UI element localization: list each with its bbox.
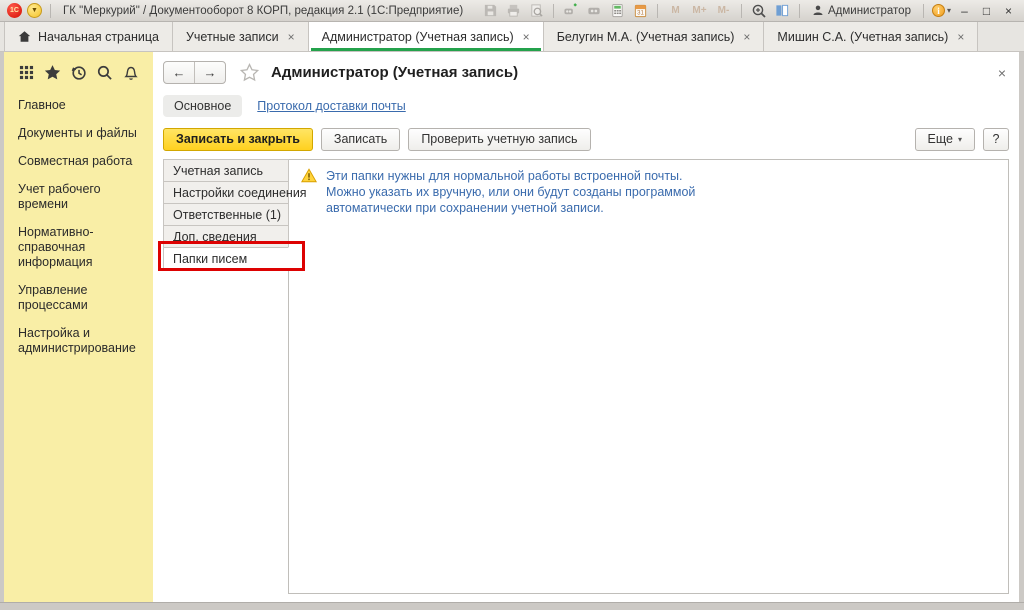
divider	[799, 4, 800, 18]
tab-label: Учетные записи	[186, 30, 279, 44]
help-button[interactable]: ?	[983, 128, 1009, 151]
tab-belugin-account[interactable]: Белугин М.А. (Учетная запись) ×	[544, 22, 765, 51]
more-button[interactable]: Еще ▾	[915, 128, 975, 151]
sidebar-item-time-tracking[interactable]: Учет рабочего времени	[18, 182, 140, 212]
maximize-button[interactable]: □	[978, 3, 995, 19]
divider	[741, 4, 742, 18]
forward-button[interactable]: →	[194, 62, 225, 83]
navigation-buttons: ← →	[163, 61, 226, 84]
save-button[interactable]: Записать	[321, 128, 400, 151]
sidebar-item-settings-administration[interactable]: Настройка и администрирование	[18, 326, 140, 356]
save-icon[interactable]	[481, 3, 499, 19]
save-and-close-button[interactable]: Записать и закрыть	[163, 128, 313, 151]
side-tab-responsible[interactable]: Ответственные (1)	[163, 203, 289, 226]
main-menu-button[interactable]: ▼	[27, 3, 42, 18]
zoom-icon[interactable]	[750, 3, 768, 19]
form-side-tabs: Учетная запись Настройки соединения Отве…	[163, 159, 289, 594]
sidebar-item-documents[interactable]: Документы и файлы	[18, 126, 140, 141]
tab-administrator-account[interactable]: Администратор (Учетная запись) ×	[309, 22, 544, 51]
info-icon: i	[932, 4, 945, 17]
tab-label: Мишин С.А. (Учетная запись)	[777, 30, 948, 44]
form-area: ← → Администратор (Учетная запись) × Осн…	[153, 52, 1019, 602]
calendar-icon[interactable]: 31	[631, 3, 649, 19]
check-account-button[interactable]: Проверить учетную запись	[408, 128, 590, 151]
warning-icon	[301, 168, 317, 183]
minimize-button[interactable]: –	[956, 3, 973, 19]
calculator-icon[interactable]	[608, 3, 626, 19]
favorite-toggle-star-icon[interactable]	[240, 63, 259, 82]
divider	[923, 4, 924, 18]
tab-label: Белугин М.А. (Учетная запись)	[557, 30, 735, 44]
current-user[interactable]: Администратор	[812, 4, 911, 17]
sections-menu: Главное Документы и файлы Совместная раб…	[4, 88, 153, 369]
sections-sidebar: Главное Документы и файлы Совместная раб…	[4, 52, 153, 602]
side-tab-connection-settings[interactable]: Настройки соединения	[163, 181, 289, 204]
print-icon[interactable]	[504, 3, 522, 19]
tab-main-section[interactable]: Основное	[163, 95, 242, 117]
page-title: Администратор (Учетная запись)	[271, 64, 518, 81]
favorites-star-icon[interactable]	[43, 63, 62, 82]
search-icon[interactable]	[95, 63, 114, 82]
history-icon[interactable]	[69, 63, 88, 82]
service-info-button[interactable]: i ▾	[932, 4, 951, 17]
send-receive-add-icon[interactable]	[562, 3, 580, 19]
info-message-text: Эти папки нужны для нормальной работы вс…	[326, 168, 695, 216]
user-icon	[812, 4, 824, 17]
split-view-icon[interactable]	[773, 3, 791, 19]
tab-close-icon[interactable]: ×	[523, 30, 530, 44]
tab-accounts-list[interactable]: Учетные записи ×	[173, 22, 309, 51]
side-tab-additional-info[interactable]: Доп. сведения	[163, 225, 289, 248]
title-bar: 1С ▼ ГК "Меркурий" / Документооборот 8 К…	[0, 0, 1024, 22]
sidebar-item-collaboration[interactable]: Совместная работа	[18, 154, 140, 169]
chevron-down-icon: ▾	[958, 135, 962, 144]
tab-mishin-account[interactable]: Мишин С.А. (Учетная запись) ×	[764, 22, 978, 51]
memory-plus-icon[interactable]: M+	[690, 5, 709, 16]
more-label: Еще	[928, 132, 953, 146]
mail-delivery-log-link[interactable]: Протокол доставки почты	[257, 99, 405, 113]
mail-folders-panel: Эти папки нужны для нормальной работы вс…	[288, 159, 1009, 594]
1c-logo-icon: 1С	[7, 3, 22, 18]
home-icon	[18, 30, 31, 43]
tab-close-icon[interactable]: ×	[957, 30, 964, 44]
divider	[553, 4, 554, 18]
window-title: ГК "Меркурий" / Документооборот 8 КОРП, …	[63, 5, 463, 17]
open-windows-tabbar: Начальная страница Учетные записи × Адми…	[0, 22, 1024, 52]
sidebar-item-main[interactable]: Главное	[18, 98, 140, 113]
window-bottom-frame	[0, 602, 1024, 610]
memory-minus-icon[interactable]: M-	[714, 5, 733, 16]
divider	[50, 4, 51, 18]
tab-home[interactable]: Начальная страница	[4, 22, 173, 51]
tab-close-icon[interactable]: ×	[743, 30, 750, 44]
menu-grid-icon[interactable]	[17, 63, 36, 82]
divider	[657, 4, 658, 18]
memory-recall-icon[interactable]: M	[666, 5, 685, 16]
info-message: Эти папки нужны для нормальной работы вс…	[289, 160, 1008, 224]
tab-close-icon[interactable]: ×	[288, 30, 295, 44]
side-tab-mail-folders[interactable]: Папки писем	[163, 247, 289, 270]
notifications-bell-icon[interactable]	[121, 63, 140, 82]
tab-label: Администратор (Учетная запись)	[322, 30, 514, 44]
side-tab-account[interactable]: Учетная запись	[163, 159, 289, 182]
sidebar-item-reference-info[interactable]: Нормативно-справочная информация	[18, 225, 140, 270]
print-preview-icon[interactable]	[527, 3, 545, 19]
send-receive-icon[interactable]	[585, 3, 603, 19]
sidebar-item-process-management[interactable]: Управление процессами	[18, 283, 140, 313]
chevron-down-icon: ▾	[947, 6, 951, 15]
form-close-icon[interactable]: ×	[995, 65, 1009, 81]
back-button[interactable]: ←	[164, 62, 194, 83]
app-window: 1С ▼ ГК "Меркурий" / Документооборот 8 К…	[0, 0, 1024, 610]
user-name: Администратор	[828, 5, 911, 17]
tab-label: Начальная страница	[38, 30, 159, 44]
close-button[interactable]: ×	[1000, 3, 1017, 19]
svg-text:31: 31	[637, 10, 644, 17]
